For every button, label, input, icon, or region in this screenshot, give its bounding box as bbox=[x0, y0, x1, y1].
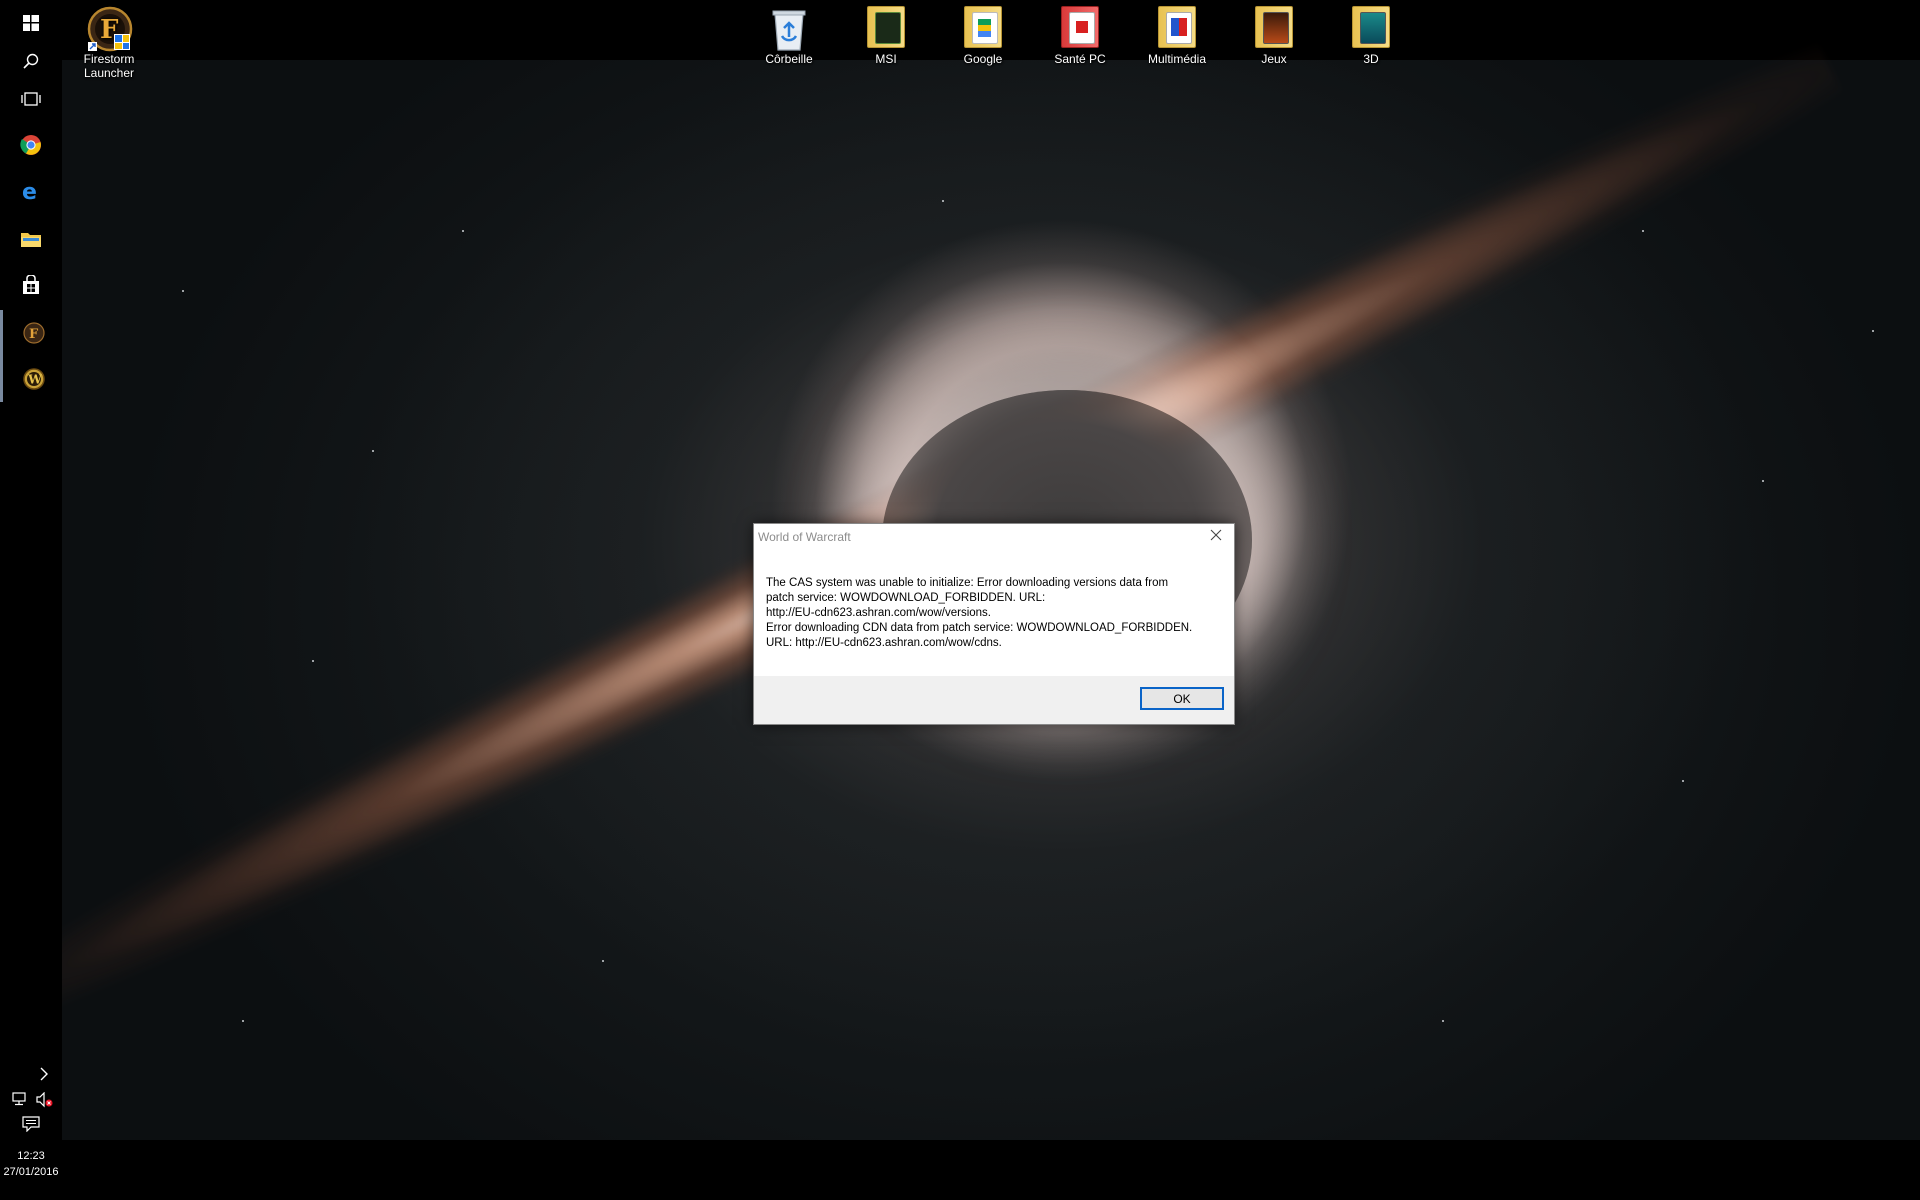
ok-button[interactable]: OK bbox=[1140, 687, 1224, 710]
windows-logo-icon bbox=[23, 15, 39, 31]
desktop-icon-label: Multimédia bbox=[1147, 52, 1207, 66]
wallpaper-star bbox=[372, 450, 374, 452]
wallpaper-star bbox=[1442, 1020, 1444, 1022]
svg-text:W: W bbox=[27, 373, 42, 387]
chevron-right-icon bbox=[40, 1067, 48, 1081]
task-view-button[interactable] bbox=[0, 76, 62, 122]
clock-date[interactable]: 27/01/2016 bbox=[0, 1166, 62, 1178]
recycle-bin-icon bbox=[767, 6, 811, 51]
firestorm-button[interactable]: F bbox=[0, 310, 65, 356]
store-icon bbox=[21, 275, 41, 295]
desktop-icon-recycle-bin[interactable]: Côrbeille bbox=[744, 0, 834, 66]
world-of-warcraft-button[interactable]: W bbox=[0, 356, 65, 402]
wallpaper-star bbox=[1762, 480, 1764, 482]
desktop-icon-label: Firestorm Launcher bbox=[83, 52, 135, 80]
desktop-icon-label: Google bbox=[963, 52, 1003, 66]
network-icon[interactable] bbox=[12, 1092, 32, 1108]
close-icon bbox=[1210, 528, 1222, 546]
dialog-message-line: patch service: WOWDOWNLOAD_FORBIDDEN. UR… bbox=[766, 592, 1046, 604]
chrome-button[interactable] bbox=[0, 122, 62, 168]
svg-text:e: e bbox=[22, 180, 37, 202]
folder-icon bbox=[20, 230, 42, 248]
dialog-footer: OK bbox=[754, 676, 1234, 724]
folder-icon bbox=[864, 6, 908, 50]
folder-icon bbox=[1349, 6, 1393, 50]
desktop-icon-label: 3D bbox=[1363, 52, 1379, 66]
desktop-icon-folder-google[interactable]: Google bbox=[938, 0, 1028, 66]
dialog-message-line: Error downloading CDN data from patch se… bbox=[766, 622, 1193, 634]
chrome-icon bbox=[20, 134, 42, 156]
search-icon bbox=[23, 53, 39, 69]
error-dialog: World of Warcraft The CAS system was una… bbox=[753, 523, 1235, 725]
desktop-icon-folder-3d[interactable]: 3D bbox=[1326, 0, 1416, 66]
folder-icon bbox=[1058, 6, 1102, 50]
desktop-icon-label: Jeux bbox=[1261, 52, 1287, 66]
wallpaper-star bbox=[242, 1020, 244, 1022]
wallpaper-star bbox=[1642, 230, 1644, 232]
edge-icon: e bbox=[20, 180, 42, 202]
edge-button[interactable]: e bbox=[0, 168, 62, 214]
wallpaper-star bbox=[182, 290, 184, 292]
dialog-title: World of Warcraft bbox=[758, 530, 851, 544]
folder-icon bbox=[1252, 6, 1296, 50]
firestorm-icon: F bbox=[23, 322, 45, 344]
wallpaper-star bbox=[1682, 780, 1684, 782]
dialog-message: The CAS system was unable to initialize:… bbox=[766, 576, 1222, 651]
firestorm-launcher-icon: F bbox=[87, 6, 133, 52]
taskbar: e F W 12:23 27/01/2016 bbox=[0, 0, 62, 1200]
wallpaper-star bbox=[942, 200, 944, 202]
store-button[interactable] bbox=[0, 262, 62, 308]
volume-muted-icon[interactable] bbox=[36, 1091, 56, 1108]
desktop-icon-folder-jeux[interactable]: Jeux bbox=[1229, 0, 1319, 66]
wallpaper-star bbox=[602, 960, 604, 962]
action-center-icon[interactable] bbox=[22, 1116, 42, 1134]
desktop-icon-folder-sante-pc[interactable]: Santé PC bbox=[1035, 0, 1125, 66]
task-view-icon bbox=[21, 92, 41, 106]
desktop-icon-folder-msi[interactable]: MSI bbox=[841, 0, 931, 66]
folder-icon bbox=[1155, 6, 1199, 50]
clock-time[interactable]: 12:23 bbox=[0, 1150, 62, 1162]
dialog-message-line: The CAS system was unable to initialize:… bbox=[766, 577, 1169, 589]
dialog-close-button[interactable] bbox=[1204, 526, 1228, 548]
wallpaper-star bbox=[462, 230, 464, 232]
desktop-icon-label: Côrbeille bbox=[765, 52, 813, 66]
wallpaper-star bbox=[1872, 330, 1874, 332]
desktop-icon-label: MSI bbox=[875, 52, 897, 66]
wallpaper-star bbox=[312, 660, 314, 662]
wow-icon: W bbox=[23, 368, 45, 390]
file-explorer-button[interactable] bbox=[0, 216, 62, 262]
desktop-icon-folder-multimedia[interactable]: Multimédia bbox=[1132, 0, 1222, 66]
folder-icon bbox=[961, 6, 1005, 50]
desktop-icon-firestorm-launcher[interactable]: F Firestorm Launcher bbox=[64, 0, 154, 80]
svg-text:F: F bbox=[29, 327, 39, 342]
desktop-icon-label: Santé PC bbox=[1054, 52, 1106, 66]
dialog-message-line: http://EU-cdn623.ashran.com/wow/versions… bbox=[766, 607, 991, 619]
show-hidden-icons-button[interactable] bbox=[0, 1052, 62, 1096]
dialog-message-line: URL: http://EU-cdn623.ashran.com/wow/cdn… bbox=[766, 637, 1002, 649]
